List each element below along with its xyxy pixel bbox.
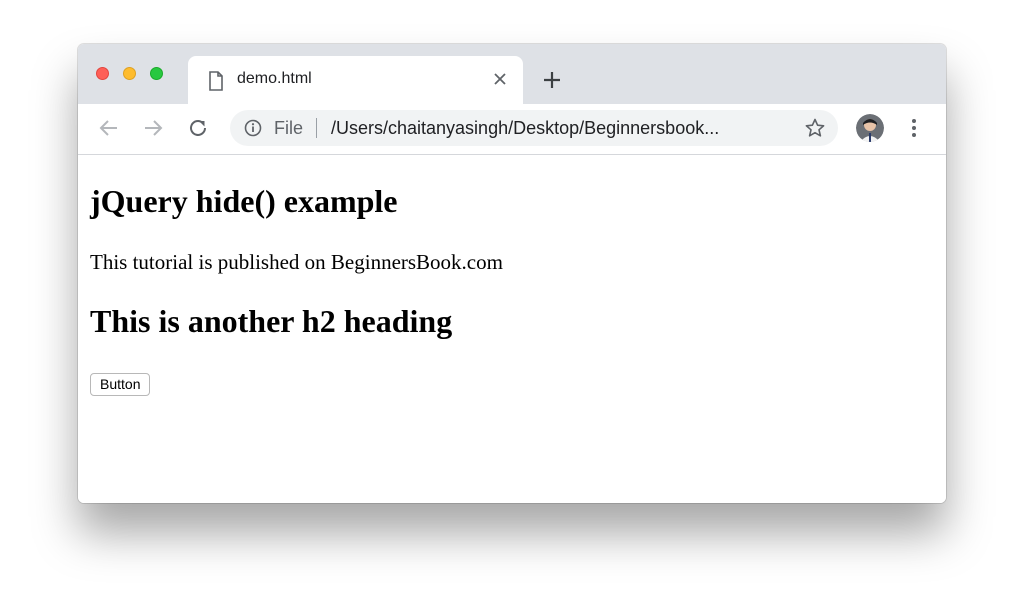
browser-toolbar: File /Users/chaitanyasingh/Desktop/Begin…: [78, 104, 946, 155]
document-icon: [208, 71, 224, 91]
close-icon[interactable]: [488, 67, 512, 91]
tab-bar: demo.html: [78, 44, 946, 104]
info-icon[interactable]: [244, 119, 262, 137]
page-heading-secondary: This is another h2 heading: [90, 303, 453, 339]
profile-avatar[interactable]: [856, 114, 884, 142]
close-window-button[interactable]: [96, 67, 109, 80]
tab-demo-html[interactable]: demo.html: [188, 56, 523, 104]
maximize-window-button[interactable]: [150, 67, 163, 80]
url-text[interactable]: /Users/chaitanyasingh/Desktop/Beginnersb…: [331, 118, 719, 139]
page-heading-main: jQuery hide() example: [90, 183, 398, 219]
star-icon[interactable]: [804, 117, 826, 139]
tab-title: demo.html: [237, 70, 312, 87]
kebab-menu-icon[interactable]: [904, 116, 924, 140]
page-button[interactable]: Button: [90, 373, 151, 396]
arrow-left-icon[interactable]: [96, 115, 122, 141]
arrow-right-icon[interactable]: [140, 115, 166, 141]
reload-icon[interactable]: [185, 115, 211, 141]
address-bar[interactable]: File /Users/chaitanyasingh/Desktop/Begin…: [230, 110, 838, 146]
plus-icon[interactable]: [538, 66, 566, 94]
browser-window: demo.html File /Users/chaitanyasingh/Des…: [78, 44, 946, 503]
omnibox-divider: [316, 118, 317, 138]
minimize-window-button[interactable]: [123, 67, 136, 80]
page-paragraph: This tutorial is published on BeginnersB…: [90, 250, 503, 274]
page-content: jQuery hide() example This tutorial is p…: [78, 155, 946, 503]
scheme-label: File: [274, 118, 304, 138]
